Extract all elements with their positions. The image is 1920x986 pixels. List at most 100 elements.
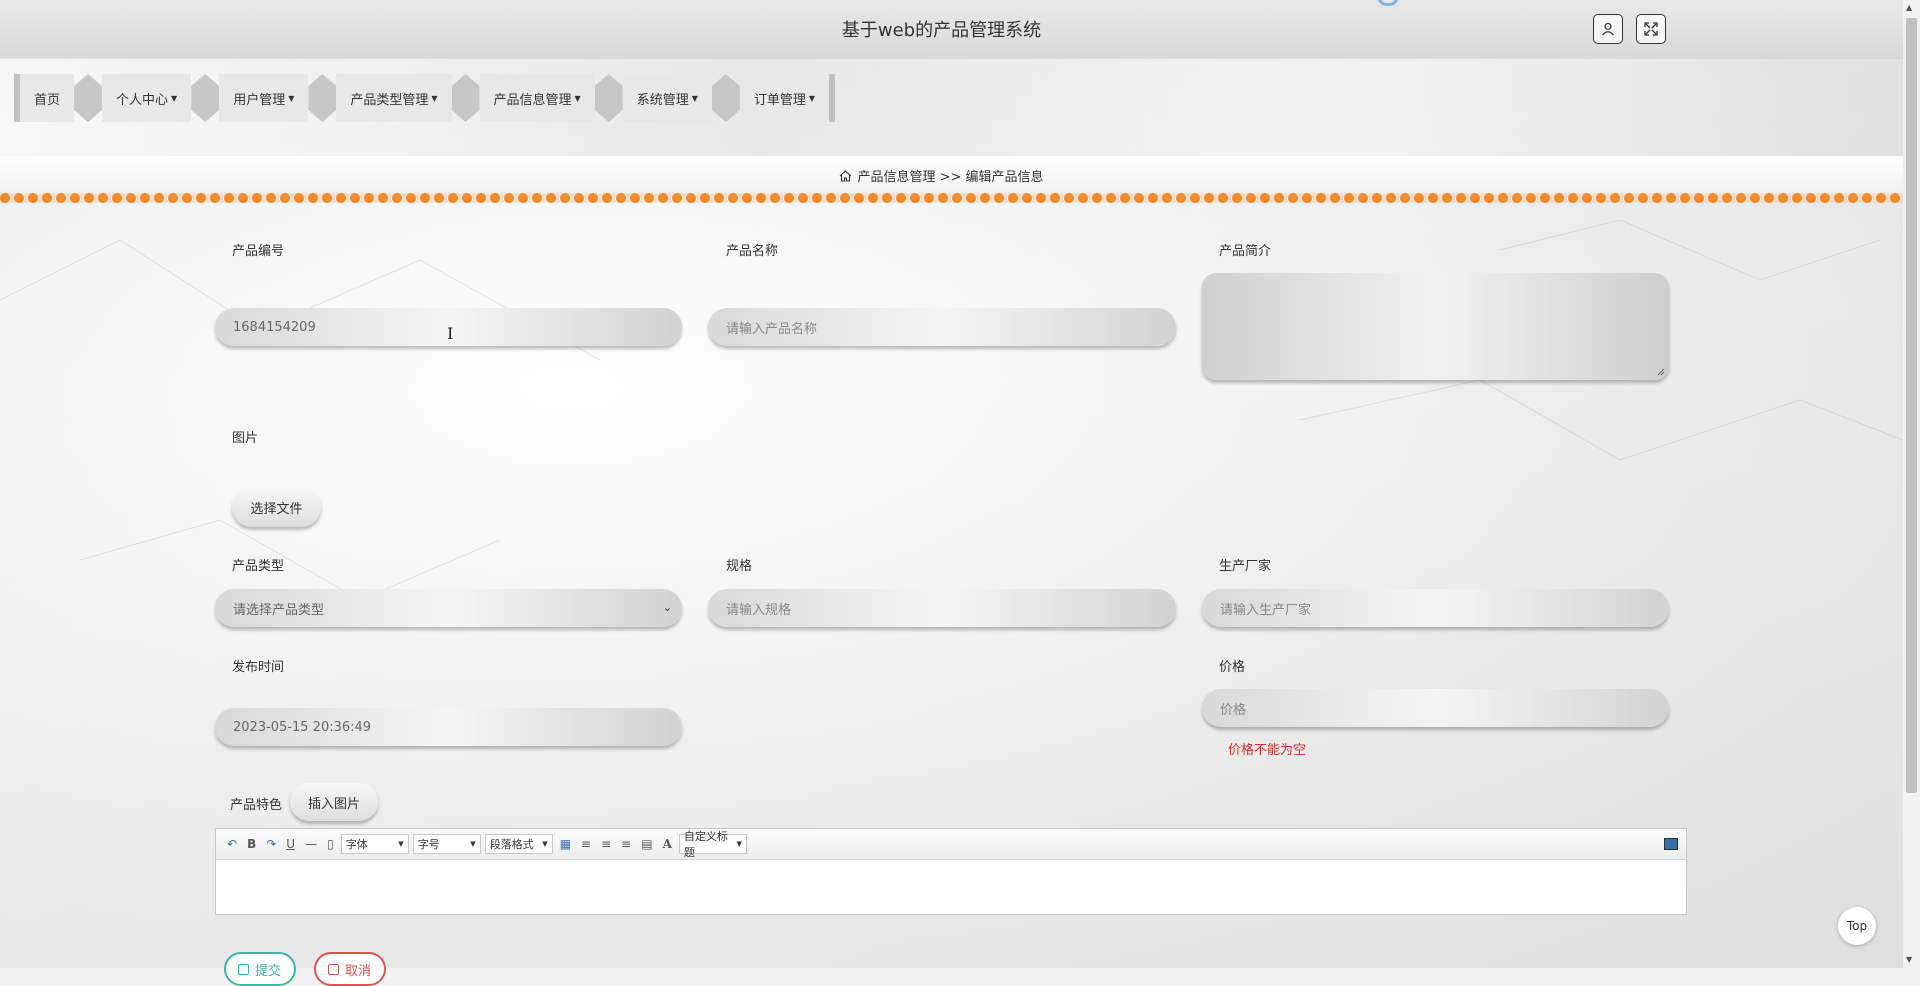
nav-label: 个人中心 [116,92,169,108]
manufacturer-label: 生产厂家 [1219,559,1272,574]
spec-label: 规格 [726,559,753,574]
choose-file-button[interactable]: 选择文件 [232,487,321,527]
justify-icon[interactable]: ▤ [641,837,652,851]
submit-label: 提交 [255,963,282,979]
manufacturer-input[interactable]: 请输入生产厂家 [1202,589,1669,627]
product-no-value: 1684154209 [233,319,316,335]
chevron-down-icon: ⌄ [662,601,672,614]
nav-item-order-management[interactable]: 订单管理 ▼ [739,74,830,122]
user-profile-button[interactable] [1593,14,1623,44]
underline-button[interactable]: U [286,837,295,851]
caret-down-icon: ▼ [808,93,816,103]
nav-item-product-info-management[interactable]: 产品信息管理 ▼ [479,74,595,122]
caret-down-icon: ▼ [171,93,178,103]
scrollbar-thumb[interactable] [1906,18,1917,793]
nav-label: 首页 [34,92,61,108]
nav-separator [711,74,740,122]
decorative-dotted-border [0,193,1903,203]
nav-separator [191,74,220,122]
caret-down-icon: ▼ [288,93,295,103]
dropdown-arrow-icon: ▼ [398,840,404,848]
nav-item-personal-center[interactable]: 个人中心 ▼ [102,74,192,122]
cancel-icon [328,963,339,975]
nav-item-user-management[interactable]: 用户管理 ▼ [219,74,309,122]
check-icon [238,963,249,975]
price-placeholder: 价格 [1220,702,1247,718]
nav-label: 系统管理 [636,92,689,108]
insert-image-label: 插入图片 [307,796,360,812]
nav-separator [451,74,480,122]
scroll-down-arrow-icon[interactable]: ▼ [1906,955,1912,964]
nav-separator [308,74,337,122]
paragraph-format-select[interactable]: 段落格式 ▼ [484,834,553,854]
rich-text-editor: ↶ B ↷ U — ▯ 字体 ▼ 字号 ▼ 段落格式 ▼ ▦ ≡ ≡ ≡ ▤ A 自定… [215,828,1687,915]
fullscreen-button[interactable] [1636,14,1666,44]
align-center-icon[interactable]: ≡ [621,837,631,851]
product-intro-textarea[interactable] [1202,273,1669,380]
source-view-icon[interactable] [1664,838,1678,850]
fullscreen-icon [1644,22,1658,36]
manufacturer-placeholder: 请输入生产厂家 [1220,602,1312,618]
custom-title-value: 自定义标题 [683,830,728,859]
font-size-select[interactable]: 字号 ▼ [412,834,481,854]
price-error-message: 价格不能为空 [1228,743,1307,758]
font-select[interactable]: 字体 ▼ [340,834,409,854]
paragraph-format-value: 段落格式 [489,838,534,851]
product-type-label: 产品类型 [232,559,285,574]
spec-placeholder: 请输入规格 [726,602,792,618]
product-name-input[interactable]: 请输入产品名称 [708,308,1176,346]
product-no-label: 产品编号 [232,244,285,259]
main-nav: 首页 个人中心 ▼ 用户管理 ▼ 产品类型管理 ▼ 产品信息管理 ▼ 系统管理 ▼ 订单管… [14,74,836,122]
caret-down-icon: ▼ [691,93,698,103]
spec-input[interactable]: 请输入规格 [708,589,1176,627]
scroll-up-arrow-icon[interactable]: ▲ [1906,3,1912,12]
submit-button[interactable]: 提交 [224,952,296,986]
product-type-selected: 请选择产品类型 [233,602,325,618]
font-color-button[interactable]: A [663,837,672,851]
nav-label: 产品信息管理 [493,92,572,108]
cancel-button[interactable]: 取消 [314,952,386,986]
nav-item-product-type-management[interactable]: 产品类型管理 ▼ [336,74,452,122]
dropdown-arrow-icon: ▼ [542,840,548,848]
publish-time-value: 2023-05-15 20:36:49 [233,719,372,735]
feature-label: 产品特色 [230,798,283,813]
choose-file-label: 选择文件 [250,501,303,517]
nav-label: 用户管理 [233,92,286,108]
table-icon[interactable]: ▦ [560,837,571,851]
cancel-label: 取消 [345,963,372,979]
editor-toolbar: ↶ B ↷ U — ▯ 字体 ▼ 字号 ▼ 段落格式 ▼ ▦ ≡ ≡ ≡ ▤ A 自定… [216,829,1686,860]
document-icon[interactable]: ▯ [327,837,334,851]
font-select-value: 字体 [345,838,368,851]
resize-handle-icon [1657,368,1665,376]
product-name-label: 产品名称 [726,244,779,259]
breadcrumb-text: 产品信息管理 >> 编辑产品信息 [857,170,1044,185]
product-type-select[interactable]: 请选择产品类型 ⌄ [215,589,682,627]
nav-item-system-management[interactable]: 系统管理 ▼ [622,74,712,122]
product-intro-label: 产品简介 [1219,244,1272,259]
align-left-icon[interactable]: ≡ [581,837,591,851]
dropdown-arrow-icon: ▼ [736,840,742,848]
align-right-icon[interactable]: ≡ [601,837,611,851]
nav-edge [829,74,836,122]
custom-title-select[interactable]: 自定义标题 ▼ [678,830,747,859]
nav-label: 产品类型管理 [350,92,429,108]
horizontal-rule-icon[interactable]: — [305,837,317,851]
caret-down-icon: ▼ [574,93,581,103]
nav-label: 订单管理 [753,92,806,108]
caret-down-icon: ▼ [431,93,438,103]
font-size-value: 字号 [417,838,440,851]
insert-image-button[interactable]: 插入图片 [290,783,378,821]
price-input[interactable]: 价格 [1202,689,1669,727]
bold-button[interactable]: B [247,837,256,851]
user-icon [1602,22,1614,36]
nav-separator [594,74,623,122]
back-to-top-button[interactable]: Top [1838,907,1876,945]
breadcrumb: 产品信息管理 >> 编辑产品信息 [0,166,1883,185]
nav-separator [74,74,103,122]
back-to-top-label: Top [1846,919,1868,933]
redo-icon[interactable]: ↷ [266,837,276,851]
undo-icon[interactable]: ↶ [227,837,237,851]
publish-time-input[interactable]: 2023-05-15 20:36:49 [215,708,682,746]
price-label: 价格 [1219,660,1246,675]
nav-item-home[interactable]: 首页 [20,74,75,122]
